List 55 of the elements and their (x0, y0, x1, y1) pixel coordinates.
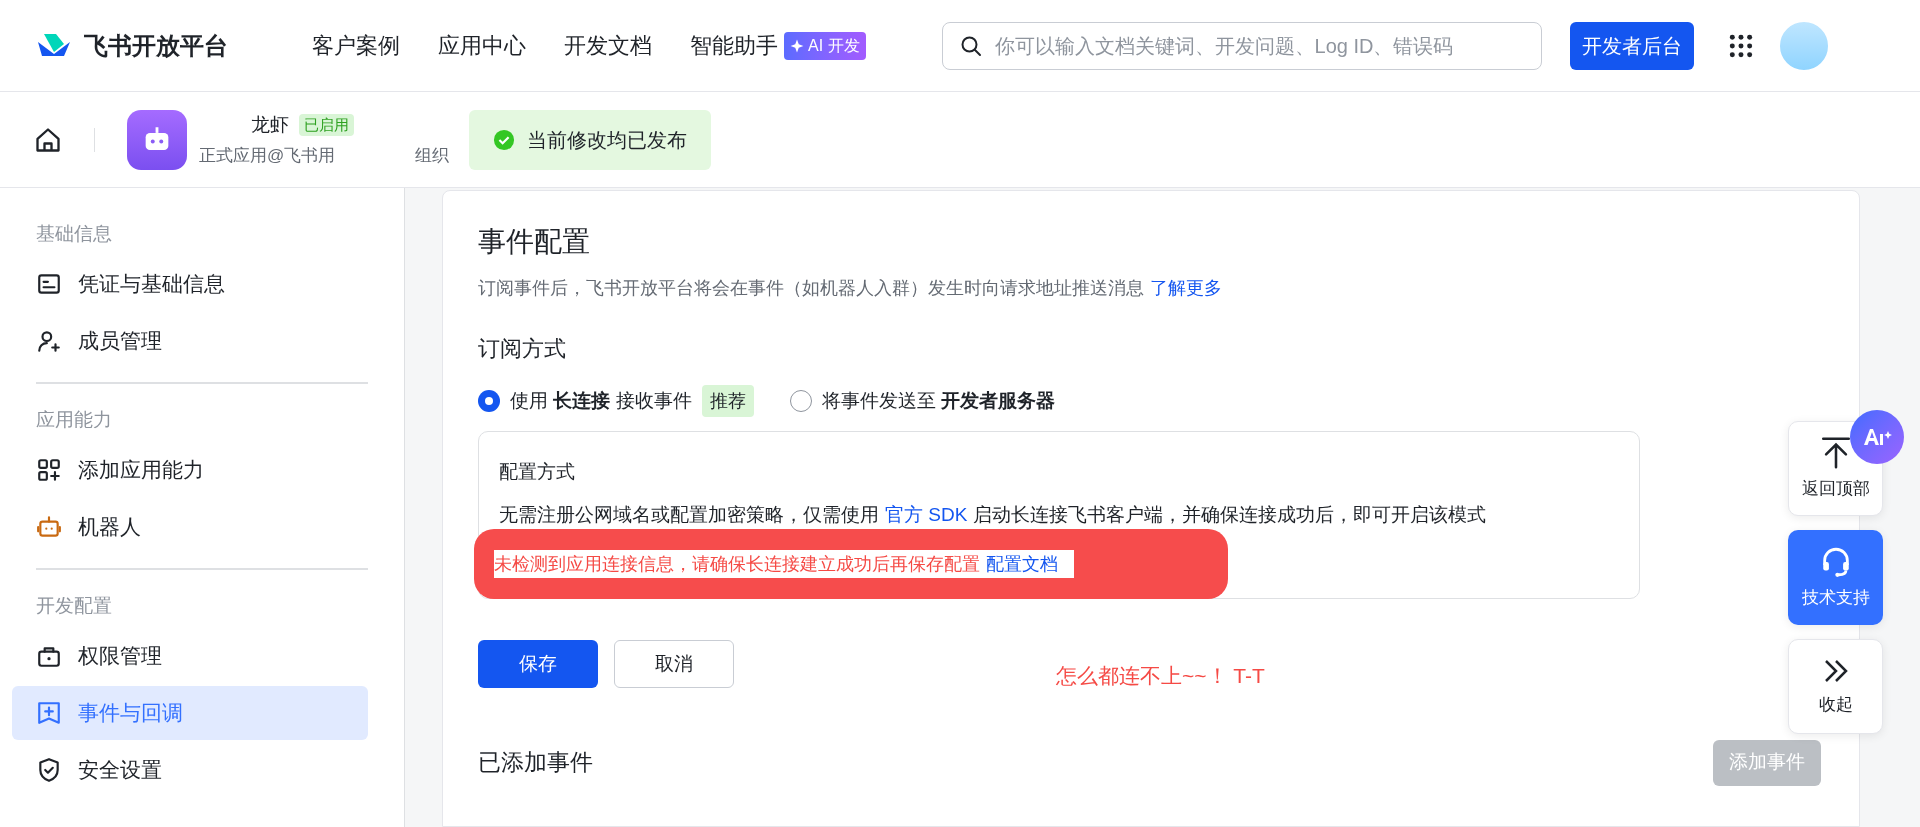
ai-sparkle-icon (1862, 426, 1892, 448)
app-name: 龙虾 (251, 112, 289, 137)
app-subtitle: 正式应用@飞书用 (199, 145, 336, 167)
robot-icon (36, 514, 62, 540)
section-heading: 事件配置 (478, 225, 591, 259)
sidebar-item[interactable]: 机器人 (12, 500, 368, 554)
status-badge: 已启用 (299, 113, 354, 136)
nav-link[interactable]: 应用中心 (438, 29, 526, 62)
sdk-link[interactable]: 官方 SDK (885, 503, 968, 525)
nav-link[interactable]: 智能助手 (690, 29, 778, 62)
doc-link[interactable]: 配置文档 (986, 550, 1058, 578)
panel-text: 无需注册公网域名或配置加密策略，仅需使用 (499, 503, 879, 525)
sparkle-icon (790, 38, 804, 53)
nav-link[interactable]: 开发文档 (564, 29, 652, 62)
sidebar-item[interactable]: 事件与回调 (12, 686, 368, 740)
subsection-heading: 已添加事件 (478, 748, 593, 778)
radio-button[interactable] (478, 390, 500, 412)
float-button[interactable]: 收起 (1788, 639, 1883, 734)
section-title: 应用能力 (36, 407, 113, 432)
sidebar-item[interactable]: 权限管理 (12, 629, 368, 683)
recommend-tag: 推荐 (701, 385, 754, 417)
add-user-icon (36, 328, 62, 354)
apps-add-icon (36, 457, 62, 483)
ai-badge: AI 开发 (784, 31, 866, 60)
nav-link[interactable]: 客户案例 (312, 29, 400, 62)
float-button[interactable]: 技术支持 (1788, 530, 1883, 625)
radio-option[interactable]: 使用 长连接 接收事件 推荐 (478, 385, 754, 417)
panel-title: 配置方式 (499, 460, 576, 484)
section-title: 开发配置 (36, 593, 113, 618)
success-toast: 当前修改均已发布 (469, 109, 712, 170)
section-title: 基础信息 (36, 221, 113, 246)
id-card-icon (36, 271, 62, 297)
shield-check-icon (36, 757, 62, 783)
sidebar-item[interactable]: 安全设置 (12, 743, 368, 797)
sidebar-item[interactable]: 凭证与基础信息 (12, 257, 368, 311)
cancel-button[interactable]: 取消 (614, 639, 734, 688)
panel-text: 启动长连接飞书客户端，并确保连接成功后，即可开启该模式 (973, 503, 1487, 525)
home-icon[interactable] (34, 125, 62, 154)
description: 订阅事件后，飞书开放平台将会在事件（如机器人入群）发生时向请求地址推送消息 (478, 278, 1144, 298)
app-subtitle: 组织 (415, 145, 450, 167)
logo-text[interactable]: 飞书开放平台 (84, 27, 228, 64)
error-message: 未检测到应用连接信息，请确保长连接建立成功后再保存配置 (494, 552, 980, 576)
save-button[interactable]: 保存 (478, 639, 598, 688)
sidebar-item[interactable]: 添加应用能力 (12, 443, 368, 497)
radio-option[interactable]: 将事件发送至 开发者服务器 (789, 386, 1055, 416)
annotation-text: 怎么都连不上~~！ T-T (1056, 663, 1265, 689)
search-field[interactable]: 你可以输入文档关键词、开发问题、Log ID、错误码 (941, 21, 1542, 70)
subsection-heading: 订阅方式 (478, 335, 567, 363)
check-circle-icon (493, 128, 516, 151)
app-grid-icon[interactable] (1727, 32, 1754, 59)
learn-more-link[interactable]: 了解更多 (1150, 278, 1222, 298)
sidebar-item[interactable]: 成员管理 (12, 314, 368, 368)
console-button[interactable]: 开发者后台 (1569, 21, 1694, 70)
flag-plus-icon (36, 700, 62, 726)
radio-button[interactable] (789, 390, 812, 412)
